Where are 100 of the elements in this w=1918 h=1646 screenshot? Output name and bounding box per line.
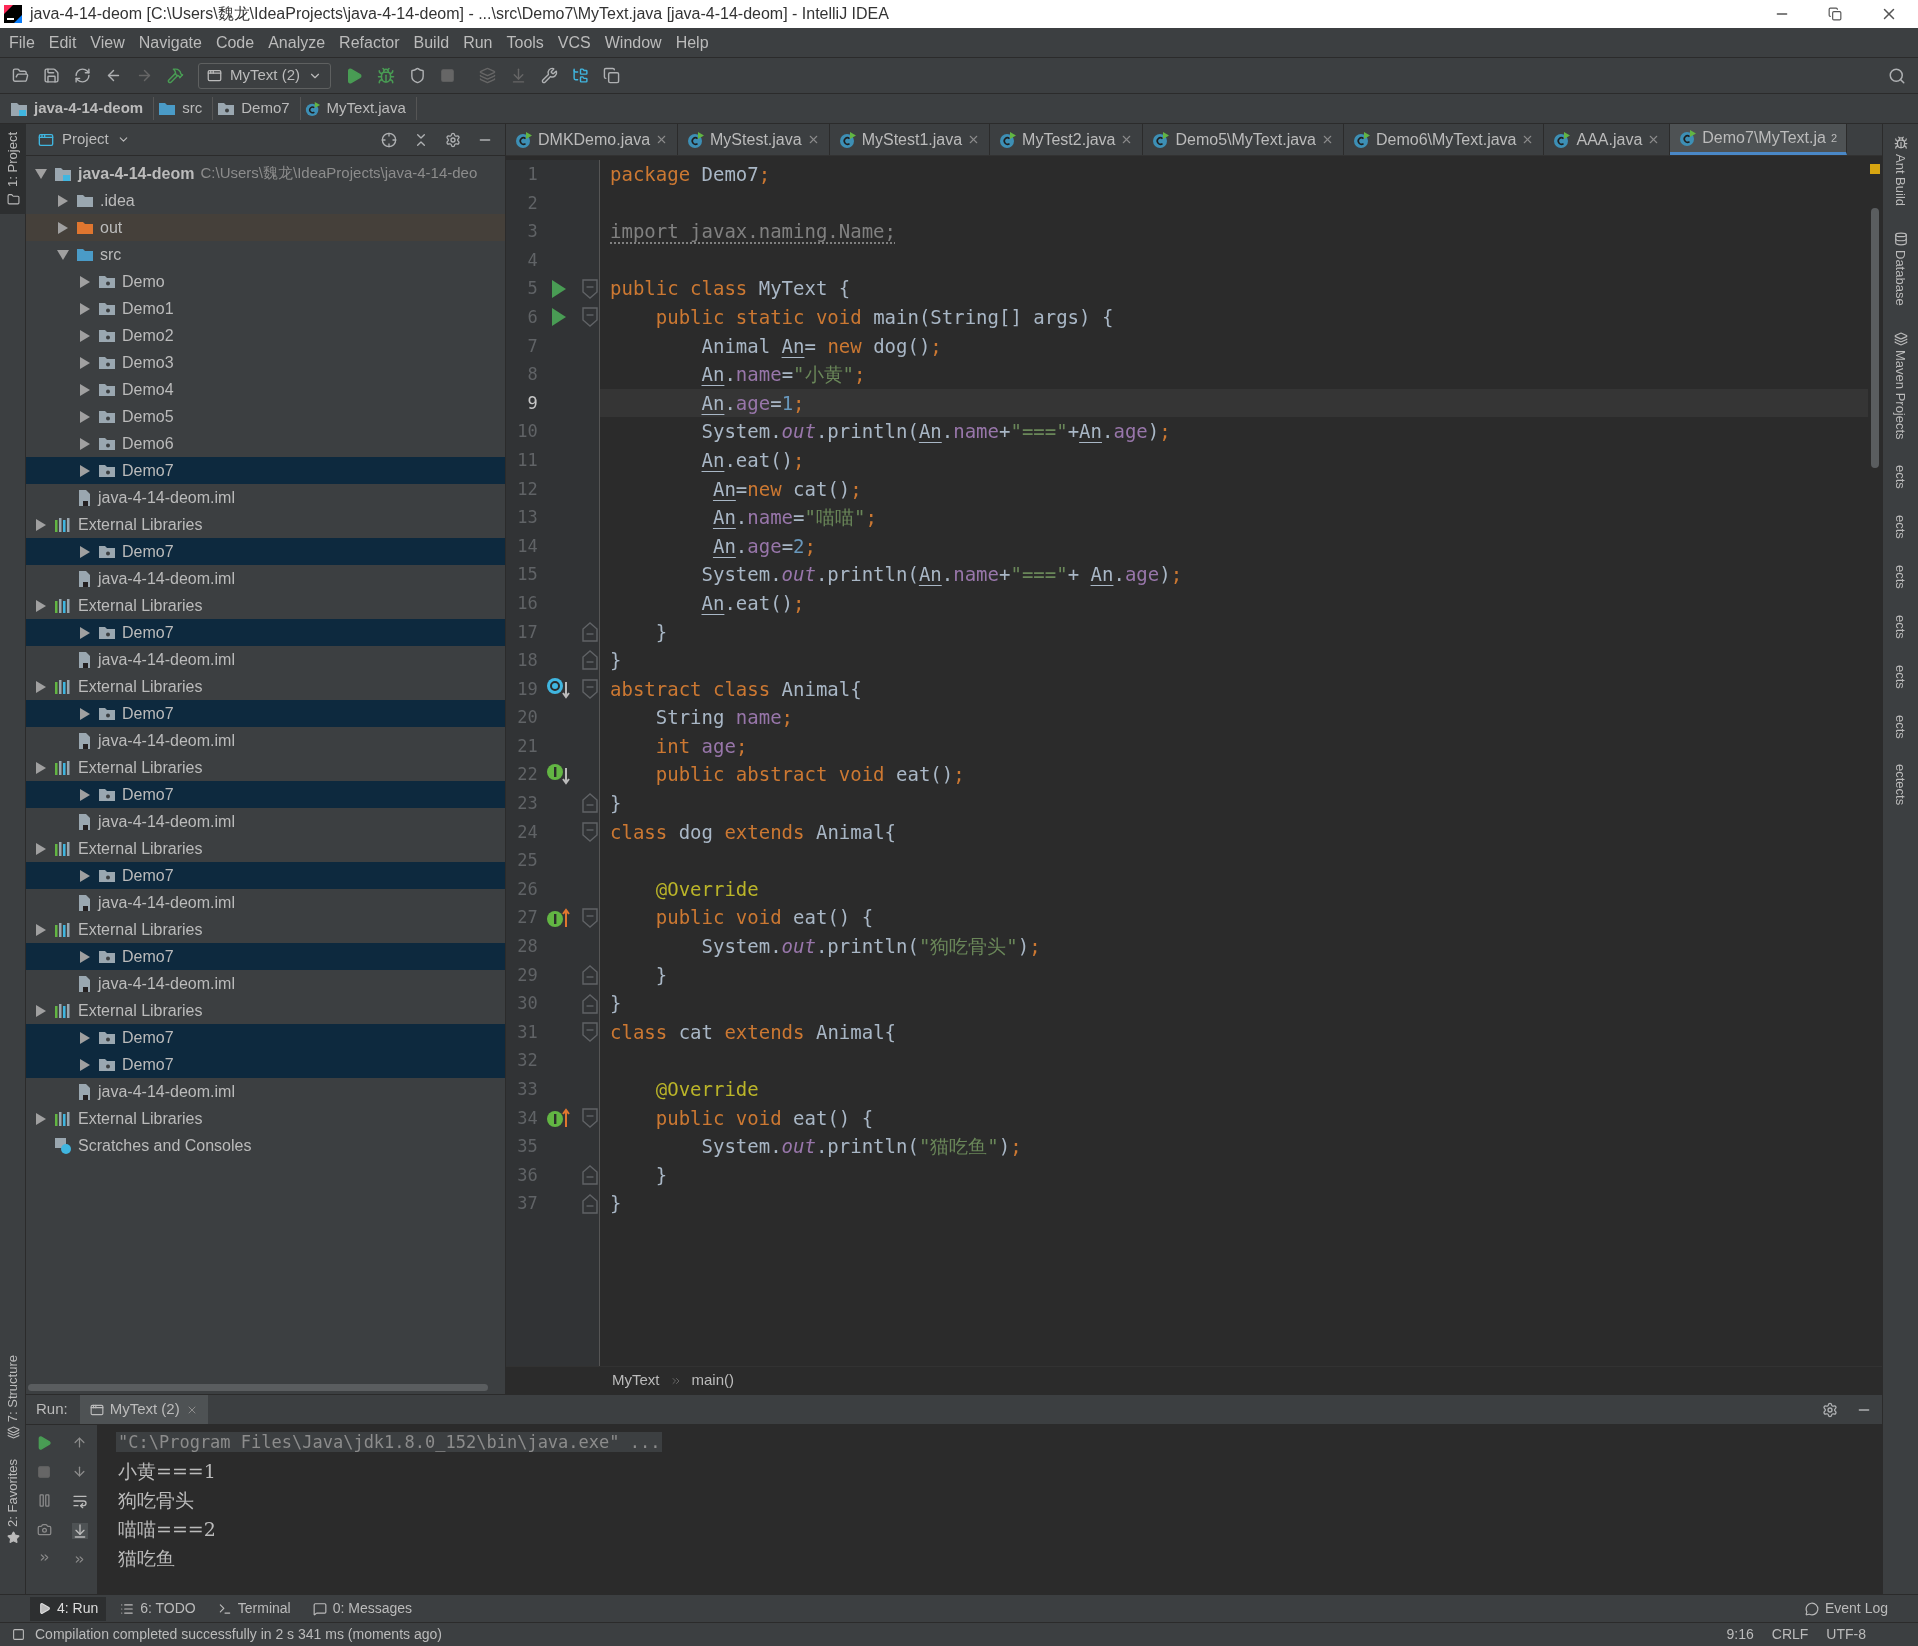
tree-item[interactable]: Demo7 bbox=[26, 1051, 505, 1078]
menu-item[interactable]: Run bbox=[456, 30, 500, 55]
tree-item[interactable]: java-4-14-deom.iml bbox=[26, 565, 505, 592]
menu-item[interactable]: File bbox=[2, 30, 42, 55]
collapsed-arrow-icon[interactable] bbox=[36, 842, 46, 855]
tool-window-button[interactable]: ects bbox=[1890, 565, 1911, 589]
menu-item[interactable]: Edit bbox=[41, 30, 84, 55]
collapsed-arrow-icon[interactable] bbox=[80, 464, 90, 477]
menu-item[interactable]: Code bbox=[208, 30, 262, 55]
collapsed-arrow-icon[interactable] bbox=[80, 545, 90, 558]
collapsed-arrow-icon[interactable] bbox=[80, 1031, 90, 1044]
scroll-to-end-icon[interactable] bbox=[71, 1523, 88, 1539]
tool-window-button[interactable]: ects bbox=[1890, 714, 1911, 739]
tool-window-button[interactable]: ects bbox=[1890, 614, 1911, 639]
tool-tab[interactable]: Terminal bbox=[209, 1596, 299, 1621]
tool-window-button[interactable]: ects bbox=[1890, 465, 1911, 490]
settings-icon[interactable] bbox=[1822, 1401, 1838, 1418]
collapsed-arrow-icon[interactable] bbox=[58, 221, 68, 234]
editor-tab[interactable]: DMKDemo.java bbox=[506, 124, 679, 155]
tool-window-button[interactable]: ects bbox=[1890, 515, 1911, 539]
rerun-icon[interactable] bbox=[36, 1435, 52, 1451]
soft-wrap-icon[interactable] bbox=[71, 1493, 88, 1509]
collapsed-arrow-icon[interactable] bbox=[80, 869, 90, 882]
status-item[interactable]: CRLF bbox=[1771, 1624, 1809, 1645]
tree-item[interactable]: java-4-14-deom.iml bbox=[26, 808, 505, 835]
hammer-icon[interactable] bbox=[167, 67, 184, 84]
tree-item[interactable]: java-4-14-deom.iml bbox=[26, 889, 505, 916]
tree-item[interactable]: Demo3 bbox=[26, 349, 505, 376]
tree-item[interactable]: External Libraries bbox=[26, 754, 505, 781]
back-icon[interactable] bbox=[105, 67, 122, 84]
tree-item[interactable]: java-4-14-deom.iml bbox=[26, 484, 505, 511]
vertical-scrollbar[interactable] bbox=[1871, 208, 1879, 468]
folder-structure-icon[interactable] bbox=[572, 67, 589, 84]
tool-window-button[interactable]: 7: Structure bbox=[0, 1354, 26, 1440]
editor-tab[interactable]: Demo5\MyText.java bbox=[1143, 124, 1344, 155]
menu-item[interactable]: Refactor bbox=[332, 30, 407, 55]
refresh-icon[interactable] bbox=[74, 67, 91, 84]
tool-window-button[interactable]: Database bbox=[1890, 232, 1911, 306]
menu-item[interactable]: Tools bbox=[499, 30, 551, 55]
menu-item[interactable]: Analyze bbox=[261, 30, 333, 55]
tree-item[interactable]: Demo7 bbox=[26, 619, 505, 646]
collapsed-arrow-icon[interactable] bbox=[36, 518, 46, 531]
collapsed-arrow-icon[interactable] bbox=[36, 599, 46, 612]
editor-tab[interactable]: MyStest1.java bbox=[829, 124, 991, 155]
tool-tab[interactable]: 4: Run bbox=[30, 1596, 107, 1621]
tree-item[interactable]: Demo5 bbox=[26, 403, 505, 430]
status-item[interactable]: 9:16 bbox=[1726, 1624, 1754, 1645]
expanded-arrow-icon[interactable] bbox=[57, 249, 69, 260]
tree-item[interactable]: Demo2 bbox=[26, 322, 505, 349]
tree-item[interactable]: out bbox=[26, 214, 505, 241]
breadcrumb-item[interactable]: MyText.java bbox=[304, 97, 417, 120]
editor-tab[interactable]: MyTest2.java bbox=[990, 124, 1144, 155]
tool-window-button[interactable]: 2: Favorites bbox=[0, 1459, 26, 1544]
run-icon[interactable] bbox=[551, 307, 568, 328]
status-item[interactable]: UTF-8 bbox=[1826, 1624, 1866, 1645]
tree-item[interactable]: java-4-14-deom C:\Users\魏龙\IdeaProjects\java-4-14-deo bbox=[26, 160, 505, 187]
tree-item[interactable]: .idea bbox=[26, 187, 505, 214]
tree-item[interactable]: Scratches and Consoles bbox=[26, 1132, 505, 1159]
tree-item[interactable]: Demo7 bbox=[26, 700, 505, 727]
tree-item[interactable]: Demo7 bbox=[26, 781, 505, 808]
down-icon[interactable] bbox=[72, 1464, 87, 1479]
save-icon[interactable] bbox=[43, 67, 60, 84]
collapsed-arrow-icon[interactable] bbox=[80, 950, 90, 963]
locate-icon[interactable] bbox=[381, 131, 397, 148]
run-icon[interactable] bbox=[551, 278, 568, 299]
menu-item[interactable]: Navigate bbox=[131, 30, 209, 55]
collapsed-arrow-icon[interactable] bbox=[36, 1112, 46, 1125]
collapsed-arrow-icon[interactable] bbox=[36, 680, 46, 693]
collapsed-arrow-icon[interactable] bbox=[80, 1058, 90, 1071]
copy-icon[interactable] bbox=[603, 67, 620, 84]
tree-item[interactable]: Demo7 bbox=[26, 538, 505, 565]
tool-window-button[interactable]: 1: Project bbox=[0, 124, 26, 214]
tree-item[interactable]: Demo1 bbox=[26, 295, 505, 322]
collapsed-arrow-icon[interactable] bbox=[80, 788, 90, 801]
collapsed-arrow-icon[interactable] bbox=[36, 761, 46, 774]
editor-tab[interactable]: Demo6\MyText.java bbox=[1344, 124, 1545, 155]
camera-icon[interactable] bbox=[36, 1522, 52, 1537]
tree-item[interactable]: External Libraries bbox=[26, 835, 505, 862]
tree-item[interactable]: Demo6 bbox=[26, 430, 505, 457]
breadcrumb-item[interactable]: java-4-14-deom bbox=[10, 97, 155, 120]
tree-item[interactable]: Demo7 bbox=[26, 457, 505, 484]
collapsed-arrow-icon[interactable] bbox=[80, 626, 90, 639]
tree-item[interactable]: External Libraries bbox=[26, 1105, 505, 1132]
collapsed-arrow-icon[interactable] bbox=[80, 302, 90, 315]
status-square-icon[interactable] bbox=[12, 1628, 25, 1641]
collapsed-arrow-icon[interactable] bbox=[36, 923, 46, 936]
run-icon[interactable] bbox=[345, 66, 363, 85]
tree-item[interactable]: java-4-14-deom.iml bbox=[26, 1078, 505, 1105]
panel-title-dropdown[interactable]: Project bbox=[62, 128, 130, 151]
up-icon[interactable] bbox=[72, 1435, 87, 1450]
tree-item[interactable]: External Libraries bbox=[26, 592, 505, 619]
editor-tab[interactable]: MyStest.java bbox=[678, 124, 830, 155]
breadcrumb-item[interactable]: main() bbox=[691, 1369, 735, 1392]
tool-window-button[interactable]: ects bbox=[1890, 664, 1911, 689]
tree-item[interactable]: Demo7 bbox=[26, 862, 505, 889]
editor-tab[interactable]: Demo7\MyText.ja 2 bbox=[1670, 124, 1847, 155]
run-config-dropdown[interactable]: MyText (2) bbox=[198, 62, 331, 89]
tree-item[interactable]: Demo4 bbox=[26, 376, 505, 403]
collapsed-arrow-icon[interactable] bbox=[80, 275, 90, 288]
debug-icon[interactable] bbox=[377, 66, 395, 85]
